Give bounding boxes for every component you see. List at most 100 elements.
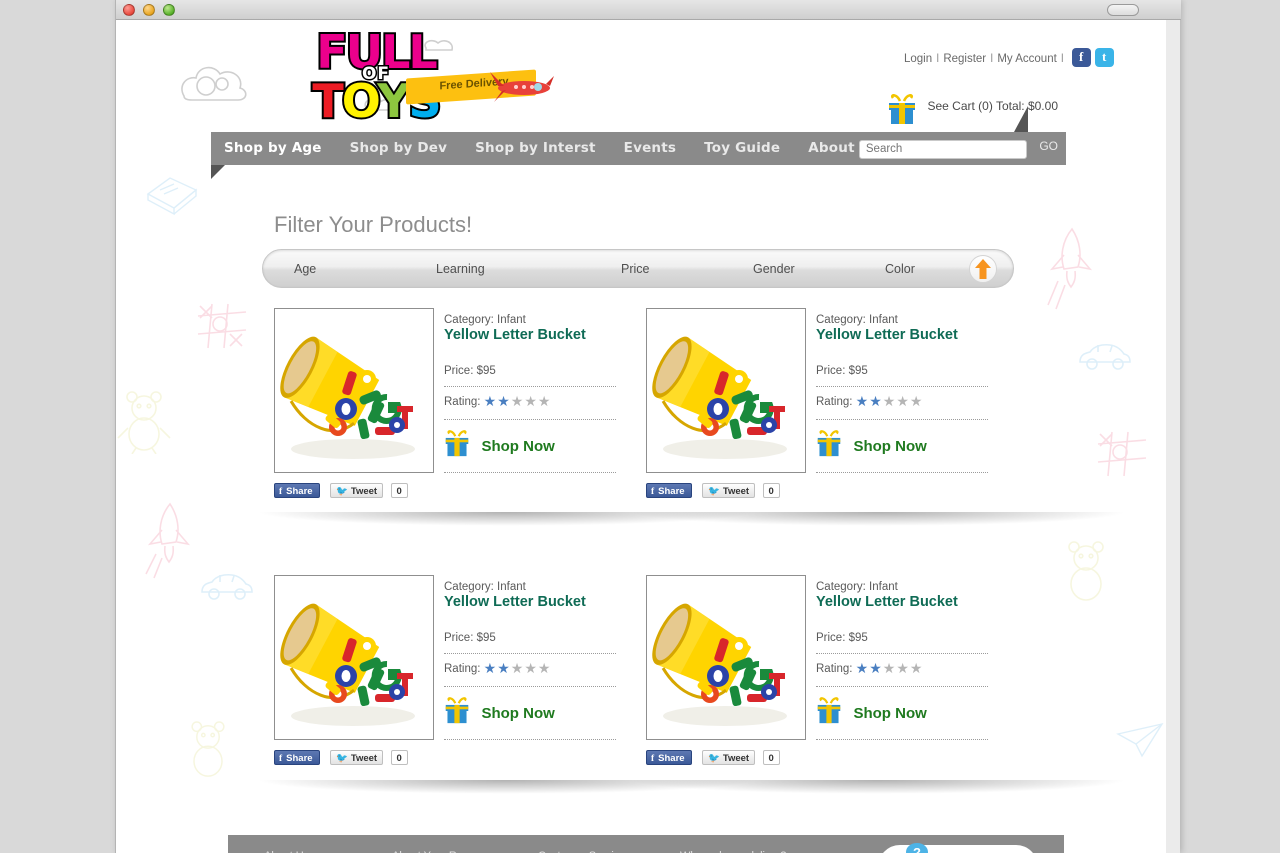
- star-3[interactable]: ★: [883, 393, 897, 409]
- close-window-button[interactable]: [123, 4, 135, 16]
- my-account-link[interactable]: My Account: [997, 53, 1056, 65]
- shop-now-button[interactable]: Shop Now: [444, 430, 644, 463]
- star-4[interactable]: ★: [524, 660, 538, 676]
- rating-label: Rating:: [816, 663, 853, 675]
- nav-item-shop-by-age[interactable]: Shop by Age: [224, 140, 322, 156]
- twitter-tweet-button[interactable]: 🐦 Tweet: [702, 483, 756, 498]
- star-2[interactable]: ★: [497, 393, 511, 409]
- divider-3: [444, 739, 616, 740]
- twitter-tweet-button[interactable]: 🐦 Tweet: [330, 483, 384, 498]
- row-divider-shadow: [628, 780, 1128, 794]
- product-card: Category: Infant Yellow Letter Bucket Pr…: [274, 308, 646, 503]
- product-thumbnail[interactable]: [274, 308, 434, 473]
- shop-now-button[interactable]: Shop Now: [816, 697, 1016, 730]
- filter-option-color[interactable]: Color: [885, 262, 915, 276]
- site-logo[interactable]: FULL OF TOYS Free Delivery: [176, 27, 596, 130]
- shop-now-button[interactable]: Shop Now: [444, 697, 644, 730]
- login-link[interactable]: Login: [904, 53, 932, 65]
- star-rating[interactable]: ★★★★★: [856, 660, 924, 676]
- product-title[interactable]: Yellow Letter Bucket: [816, 594, 1016, 610]
- tweet-count: 0: [762, 483, 780, 498]
- star-rating[interactable]: ★★★★★: [856, 393, 924, 409]
- footer-heading[interactable]: About Us: [264, 847, 350, 853]
- star-5[interactable]: ★: [538, 393, 552, 409]
- product-title[interactable]: Yellow Letter Bucket: [444, 327, 644, 343]
- star-1[interactable]: ★: [856, 393, 870, 409]
- star-3[interactable]: ★: [511, 660, 525, 676]
- toolbar-pill-button[interactable]: [1107, 4, 1139, 16]
- facebook-share-button[interactable]: f Share: [646, 483, 692, 498]
- product-category: Category: Infant: [444, 314, 526, 326]
- facebook-share-button[interactable]: f Share: [646, 750, 692, 765]
- share-label: Share: [286, 753, 313, 764]
- star-3[interactable]: ★: [511, 393, 525, 409]
- window-titlebar: [116, 0, 1181, 20]
- star-1[interactable]: ★: [484, 660, 498, 676]
- product-thumbnail[interactable]: [646, 308, 806, 473]
- twitter-tweet-button[interactable]: 🐦 Tweet: [702, 750, 756, 765]
- twitter-tweet-button[interactable]: 🐦 Tweet: [330, 750, 384, 765]
- star-3[interactable]: ★: [883, 660, 897, 676]
- nav-item-shop-by-interst[interactable]: Shop by Interst: [475, 140, 596, 156]
- shop-now-button[interactable]: Shop Now: [816, 430, 1016, 463]
- product-card: Category: Infant Yellow Letter Bucket Pr…: [646, 308, 1018, 503]
- footer-heading[interactable]: About Your Range: [392, 847, 481, 853]
- product-card: Category: Infant Yellow Letter Bucket Pr…: [646, 575, 1018, 770]
- tweet-label: Tweet: [350, 753, 378, 764]
- facebook-icon[interactable]: [1072, 48, 1091, 67]
- footer-heading[interactable]: Where do we deliver?: [680, 847, 791, 853]
- nav-item-events[interactable]: Events: [624, 140, 676, 156]
- bear-doodle-icon: [117, 391, 171, 454]
- shop-now-label: Shop Now: [853, 438, 927, 455]
- product-rating: Rating: ★★★★★: [444, 393, 644, 410]
- star-2[interactable]: ★: [869, 393, 883, 409]
- share-label: Share: [286, 486, 313, 497]
- product-card: Category: Infant Yellow Letter Bucket Pr…: [274, 575, 646, 770]
- star-1[interactable]: ★: [484, 393, 498, 409]
- star-4[interactable]: ★: [896, 393, 910, 409]
- tweet-count: 0: [390, 483, 408, 498]
- star-5[interactable]: ★: [538, 660, 552, 676]
- social-share-row: f Share 🐦 Tweet 0: [274, 748, 408, 766]
- star-rating[interactable]: ★★★★★: [484, 660, 552, 676]
- gift-box-icon: [445, 697, 469, 724]
- product-price: Price: $95: [444, 365, 496, 377]
- rating-label: Rating:: [444, 396, 481, 408]
- search-go-button[interactable]: GO: [1039, 139, 1058, 153]
- product-thumbnail[interactable]: [646, 575, 806, 740]
- star-rating[interactable]: ★★★★★: [484, 393, 552, 409]
- facebook-icon: f: [651, 487, 655, 497]
- star-5[interactable]: ★: [910, 393, 924, 409]
- nav-item-shop-by-dev[interactable]: Shop by Dev: [350, 140, 448, 156]
- minimize-window-button[interactable]: [143, 4, 155, 16]
- share-label: Share: [658, 753, 685, 764]
- footer-heading[interactable]: Customer Service: [538, 847, 625, 853]
- product-title[interactable]: Yellow Letter Bucket: [816, 327, 1016, 343]
- product-title[interactable]: Yellow Letter Bucket: [444, 594, 644, 610]
- facebook-share-button[interactable]: f Share: [274, 750, 320, 765]
- maximize-window-button[interactable]: [163, 4, 175, 16]
- twitter-bird-icon: 🐦: [336, 486, 348, 497]
- star-1[interactable]: ★: [856, 660, 870, 676]
- page-viewport: FULL OF TOYS Free Delivery LoginIRegiste…: [116, 20, 1166, 853]
- star-4[interactable]: ★: [896, 660, 910, 676]
- yellow-bucket-with-letters-image: [647, 576, 805, 739]
- product-thumbnail[interactable]: [274, 575, 434, 740]
- star-5[interactable]: ★: [910, 660, 924, 676]
- twitter-icon[interactable]: [1095, 48, 1114, 67]
- register-link[interactable]: Register: [943, 53, 986, 65]
- facebook-share-button[interactable]: f Share: [274, 483, 320, 498]
- tictactoe-doodle-icon: [197, 303, 247, 349]
- search-input[interactable]: [858, 139, 1027, 159]
- filter-option-price[interactable]: Price: [621, 262, 649, 276]
- filter-option-age[interactable]: Age: [294, 262, 316, 276]
- filter-option-gender[interactable]: Gender: [753, 262, 795, 276]
- car-doodle-icon: [201, 573, 253, 600]
- star-2[interactable]: ★: [497, 660, 511, 676]
- cart-summary[interactable]: See Cart (0) Total: $0.00: [887, 94, 1058, 126]
- nav-item-toy-guide[interactable]: Toy Guide: [704, 140, 780, 156]
- star-2[interactable]: ★: [869, 660, 883, 676]
- star-4[interactable]: ★: [524, 393, 538, 409]
- filter-option-learning[interactable]: Learning: [436, 262, 485, 276]
- vertical-scrollbar[interactable]: [1165, 20, 1180, 853]
